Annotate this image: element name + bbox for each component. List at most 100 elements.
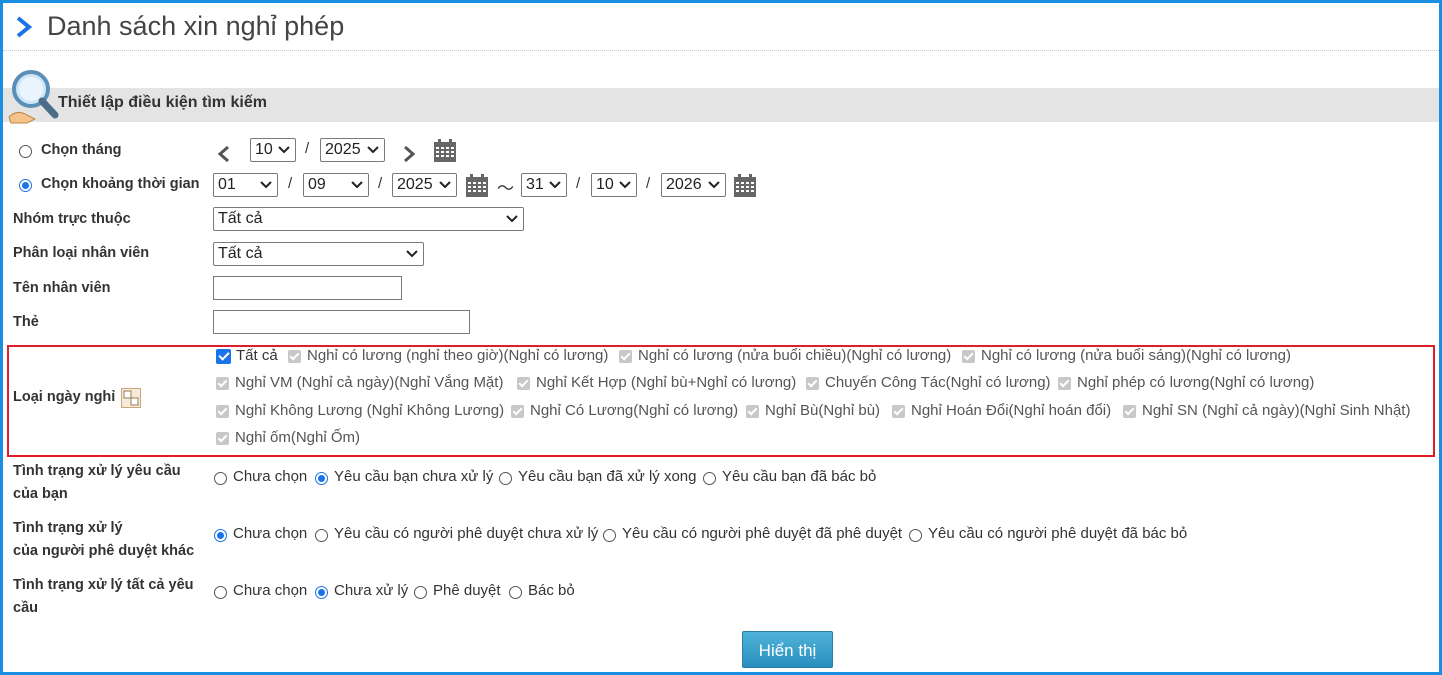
section-title: Thiết lập điều kiện tìm kiếm — [58, 94, 267, 111]
from-year-value: 2025 — [397, 176, 433, 193]
leave-type-label-item: Nghỉ ốm(Nghỉ Ốm) — [235, 429, 361, 446]
page-title: Danh sách xin nghỉ phép — [47, 11, 345, 41]
chevron-down-icon — [708, 181, 720, 189]
employee-name-label: Tên nhân viên — [13, 280, 111, 296]
other-status-option: Yêu cầu có người phê duyệt đã bác bỏ — [928, 525, 1188, 542]
month-value: 10 — [255, 141, 273, 158]
leave-type-label: Loại ngày nghỉ — [13, 389, 116, 405]
other-status-radio-1[interactable] — [315, 529, 328, 542]
leave-type-checkbox[interactable] — [892, 405, 905, 418]
leave-type-checkbox[interactable] — [216, 405, 229, 418]
from-month-select[interactable]: 09 — [303, 173, 369, 197]
all-status-option: Chưa xử lý — [334, 582, 409, 599]
all-status-option: Phê duyệt — [433, 582, 501, 599]
group-label: Nhóm trực thuộc — [13, 211, 131, 227]
chevron-down-icon — [619, 181, 631, 189]
calendar-icon[interactable] — [433, 139, 457, 163]
year-select[interactable]: 2025 — [320, 138, 385, 162]
range-tilde: ～ — [497, 179, 514, 198]
leave-type-label-item: Nghỉ VM (Nghỉ cả ngày)(Nghỉ Vắng Mặt) — [235, 374, 504, 391]
leave-type-checkbox[interactable] — [288, 350, 301, 363]
leave-type-checkbox[interactable] — [1058, 377, 1071, 390]
to-day-value: 31 — [526, 176, 544, 193]
group-value: Tất cả — [218, 210, 263, 227]
employee-type-select[interactable]: Tất cả — [213, 242, 424, 266]
leave-type-label-item: Nghỉ có lương (nửa buổi sáng)(Nghỉ có lư… — [981, 347, 1291, 364]
leave-type-checkbox[interactable] — [806, 377, 819, 390]
magnifier-icon — [8, 70, 59, 124]
page-frame: Danh sách xin nghỉ phép Thiết lập điều k… — [0, 0, 1442, 675]
chevron-down-icon — [278, 146, 290, 154]
month-mode-label: Chọn tháng — [41, 142, 122, 158]
leave-type-checkbox[interactable] — [962, 350, 975, 363]
from-year-select[interactable]: 2025 — [392, 173, 457, 197]
expand-icon[interactable] — [121, 388, 141, 408]
my-status-option: Yêu cầu bạn đã bác bỏ — [722, 468, 877, 485]
leave-type-label-item: Nghỉ SN (Nghỉ cả ngày)(Nghỉ Sinh Nhật) — [1142, 402, 1411, 419]
leave-type-label-item: Nghỉ có lương (nửa buổi chiều)(Nghỉ có l… — [638, 347, 952, 364]
my-status-radio-3[interactable] — [703, 472, 716, 485]
show-button[interactable]: Hiển thị — [742, 631, 833, 668]
date-separator: / — [378, 175, 383, 192]
leave-type-label-item: Nghỉ phép có lương(Nghỉ có lương) — [1077, 374, 1315, 391]
year-value: 2025 — [325, 141, 361, 158]
all-status-radio-2[interactable] — [414, 586, 427, 599]
all-status-radio-1[interactable] — [315, 586, 328, 599]
calendar-icon[interactable] — [733, 174, 757, 198]
all-status-radio-0[interactable] — [214, 586, 227, 599]
to-year-select[interactable]: 2026 — [661, 173, 726, 197]
other-status-option: Chưa chọn — [233, 525, 308, 542]
chevron-down-icon — [506, 215, 518, 223]
other-status-radio-2[interactable] — [603, 529, 616, 542]
my-status-radio-0[interactable] — [214, 472, 227, 485]
from-day-select[interactable]: 01 — [213, 173, 278, 197]
next-month-icon[interactable] — [402, 145, 416, 163]
date-separator: / — [305, 140, 310, 157]
all-status-option: Chưa chọn — [233, 582, 308, 599]
month-select[interactable]: 10 — [250, 138, 296, 162]
my-status-radio-2[interactable] — [499, 472, 512, 485]
range-mode-radio[interactable] — [19, 179, 32, 192]
prev-month-icon[interactable] — [217, 145, 231, 163]
calendar-icon[interactable] — [465, 174, 489, 198]
chevron-down-icon — [260, 181, 272, 189]
date-separator: / — [576, 175, 581, 192]
card-label: Thẻ — [13, 314, 39, 330]
employee-name-input[interactable] — [213, 276, 402, 300]
leave-type-label-item: Nghỉ Hoán Đổi(Nghỉ hoán đổi) — [911, 402, 1112, 419]
chevron-right-icon — [16, 16, 33, 38]
range-mode-label: Chọn khoảng thời gian — [41, 176, 200, 192]
date-separator: / — [288, 175, 293, 192]
all-status-option: Bác bỏ — [528, 582, 575, 599]
leave-all-label: Tất cả — [236, 347, 278, 364]
month-mode-radio[interactable] — [19, 145, 32, 158]
all-status-label-line2: cầu — [13, 600, 38, 616]
all-status-radio-3[interactable] — [509, 586, 522, 599]
leave-type-checkbox[interactable] — [511, 405, 524, 418]
leave-type-checkbox[interactable] — [619, 350, 632, 363]
other-status-option: Yêu cầu có người phê duyệt chưa xử lý — [334, 525, 599, 542]
my-status-radio-1[interactable] — [315, 472, 328, 485]
page-header: Danh sách xin nghỉ phép — [3, 3, 1439, 51]
group-select[interactable]: Tất cả — [213, 207, 524, 231]
other-status-radio-0[interactable] — [214, 529, 227, 542]
leave-type-checkbox[interactable] — [216, 377, 229, 390]
to-month-select[interactable]: 10 — [591, 173, 637, 197]
to-month-value: 10 — [596, 176, 614, 193]
chevron-down-icon — [351, 181, 363, 189]
leave-type-checkbox[interactable] — [216, 432, 229, 445]
card-input[interactable] — [213, 310, 470, 334]
to-day-select[interactable]: 31 — [521, 173, 567, 197]
other-status-radio-3[interactable] — [909, 529, 922, 542]
leave-type-checkbox[interactable] — [517, 377, 530, 390]
leave-type-label-item: Nghỉ Bù(Nghỉ bù) — [765, 402, 881, 419]
chevron-down-icon — [367, 146, 379, 154]
leave-type-checkbox[interactable] — [746, 405, 759, 418]
my-status-label-line2: của bạn — [13, 486, 68, 502]
my-status-option: Yêu cầu bạn chưa xử lý — [334, 468, 494, 485]
leave-type-label-item: Nghỉ có lương (nghỉ theo giờ)(Nghỉ có lư… — [307, 347, 609, 364]
leave-type-checkbox[interactable] — [1123, 405, 1136, 418]
chevron-down-icon — [406, 250, 418, 258]
other-status-label-line1: Tình trạng xử lý — [13, 520, 123, 536]
leave-all-checkbox[interactable] — [216, 349, 231, 364]
